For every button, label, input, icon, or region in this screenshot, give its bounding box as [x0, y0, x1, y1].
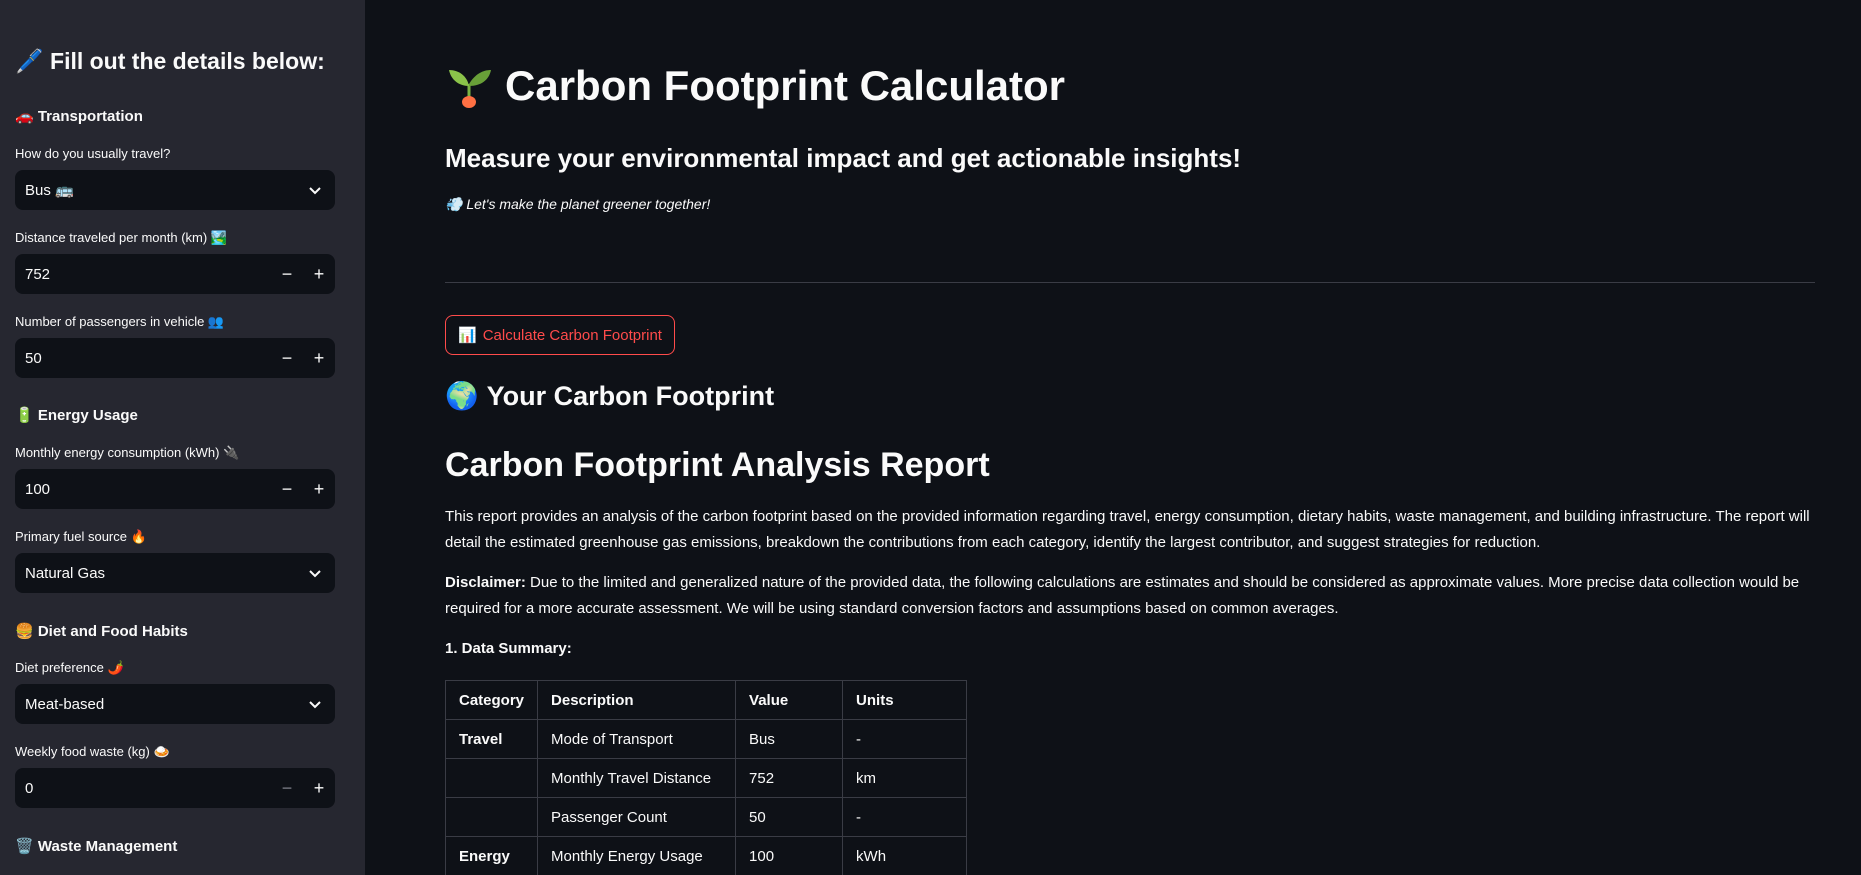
energy-label: Monthly energy consumption (kWh) 🔌	[15, 445, 240, 460]
table-cell: 50	[735, 797, 844, 837]
diet-label: Diet preference 🌶️	[15, 660, 124, 675]
food-waste-label: Weekly food waste (kg) 🍛	[15, 744, 170, 759]
table-cell: Energy	[444, 836, 539, 875]
decrement-button[interactable]: −	[271, 469, 303, 509]
passengers-label: Number of passengers in vehicle 👥	[15, 314, 225, 329]
distance-value: 752	[25, 265, 51, 283]
calculate-button-label: Calculate Carbon Footprint	[482, 326, 662, 344]
travel-mode-value: Bus 🚌	[25, 182, 74, 199]
food-waste-value: 0	[25, 779, 34, 797]
calculate-button[interactable]: 📊 Calculate Carbon Footprint	[445, 315, 675, 355]
bar-chart-icon: 📊	[458, 327, 477, 344]
data-summary-heading: 1. Data Summary:	[445, 640, 572, 657]
decrement-button[interactable]: −	[271, 338, 303, 378]
page-title: Carbon Footprint Calculator	[445, 62, 1065, 110]
table-cell: -	[842, 719, 968, 759]
table-cell: Mode of Transport	[537, 719, 737, 759]
distance-input[interactable]: 752 − +	[15, 254, 335, 294]
distance-label: Distance traveled per month (km) 🏞️	[15, 230, 227, 245]
report-heading: Carbon Footprint Analysis Report	[445, 446, 990, 484]
disclaimer: Disclaimer: Due to the limited and gener…	[445, 570, 1815, 622]
chevron-down-icon	[295, 684, 335, 724]
globe-icon: 🌍	[445, 381, 479, 411]
table-cell: Passenger Count	[537, 797, 737, 837]
energy-value: 100	[25, 480, 51, 498]
table-cell: 752	[735, 758, 844, 798]
sprout-icon	[449, 70, 491, 108]
decrement-button[interactable]: −	[271, 254, 303, 294]
fuel-label: Primary fuel source 🔥	[15, 529, 147, 544]
diet-section-title: 🍔 Diet and Food Habits	[15, 623, 188, 640]
table-cell: Monthly Travel Distance	[537, 758, 737, 798]
data-summary-table: Category Description Value Units Travel …	[444, 680, 968, 875]
increment-button[interactable]: +	[303, 768, 335, 808]
energy-section-title: 🔋 Energy Usage	[15, 407, 138, 424]
table-cell	[444, 797, 539, 837]
energy-input[interactable]: 100 − +	[15, 469, 335, 509]
sidebar-header: 🖊️ Fill out the details below:	[15, 48, 325, 74]
table-cell: km	[842, 758, 968, 798]
passengers-value: 50	[25, 349, 42, 367]
table-row: Monthly Travel Distance 752 km	[444, 758, 968, 798]
table-cell: Travel	[444, 719, 539, 759]
footprint-heading: 🌍 Your Carbon Footprint	[445, 380, 774, 412]
page-title-text: Carbon Footprint Calculator	[505, 62, 1065, 109]
table-cell: 100	[735, 836, 844, 875]
travel-mode-label: How do you usually travel?	[15, 146, 171, 161]
main-content: Carbon Footprint Calculator Measure your…	[444, 0, 1815, 875]
table-header: Units	[842, 680, 968, 720]
passengers-input[interactable]: 50 − +	[15, 338, 335, 378]
table-cell: Monthly Energy Usage	[537, 836, 737, 875]
increment-button[interactable]: +	[303, 338, 335, 378]
table-row: Passenger Count 50 -	[444, 797, 968, 837]
table-cell: -	[842, 797, 968, 837]
table-cell: kWh	[842, 836, 968, 875]
table-cell	[444, 758, 539, 798]
transport-section-title: 🚗 Transportation	[15, 108, 143, 125]
decrement-button[interactable]: −	[271, 768, 303, 808]
disclaimer-text: Due to the limited and generalized natur…	[445, 574, 1800, 617]
footprint-heading-text: Your Carbon Footprint	[486, 380, 775, 411]
waste-section-title: 🗑️ Waste Management	[15, 838, 178, 855]
increment-button[interactable]: +	[303, 469, 335, 509]
page-subtitle: Measure your environmental impact and ge…	[445, 143, 1242, 173]
chevron-down-icon	[295, 553, 335, 593]
table-header: Value	[735, 680, 844, 720]
food-waste-input[interactable]: 0 − +	[15, 768, 335, 808]
fuel-select[interactable]: Natural Gas	[15, 553, 335, 593]
travel-mode-select[interactable]: Bus 🚌	[15, 170, 335, 210]
divider	[445, 282, 1815, 283]
table-header-row: Category Description Value Units	[444, 680, 968, 720]
diet-value: Meat-based	[25, 695, 105, 713]
table-header: Category	[444, 680, 539, 720]
table-row: Travel Mode of Transport Bus -	[444, 719, 968, 759]
table-row: Energy Monthly Energy Usage 100 kWh	[444, 836, 968, 875]
chevron-down-icon	[295, 170, 335, 210]
tagline: 💨 Let's make the planet greener together…	[445, 196, 711, 212]
disclaimer-label: Disclaimer:	[445, 574, 526, 591]
sidebar: 🖊️ Fill out the details below: 🚗 Transpo…	[0, 0, 365, 875]
fuel-value: Natural Gas	[25, 564, 106, 582]
table-header: Description	[537, 680, 737, 720]
report-intro: This report provides an analysis of the …	[445, 508, 1810, 551]
increment-button[interactable]: +	[303, 254, 335, 294]
table-cell: Bus	[735, 719, 844, 759]
diet-select[interactable]: Meat-based	[15, 684, 335, 724]
